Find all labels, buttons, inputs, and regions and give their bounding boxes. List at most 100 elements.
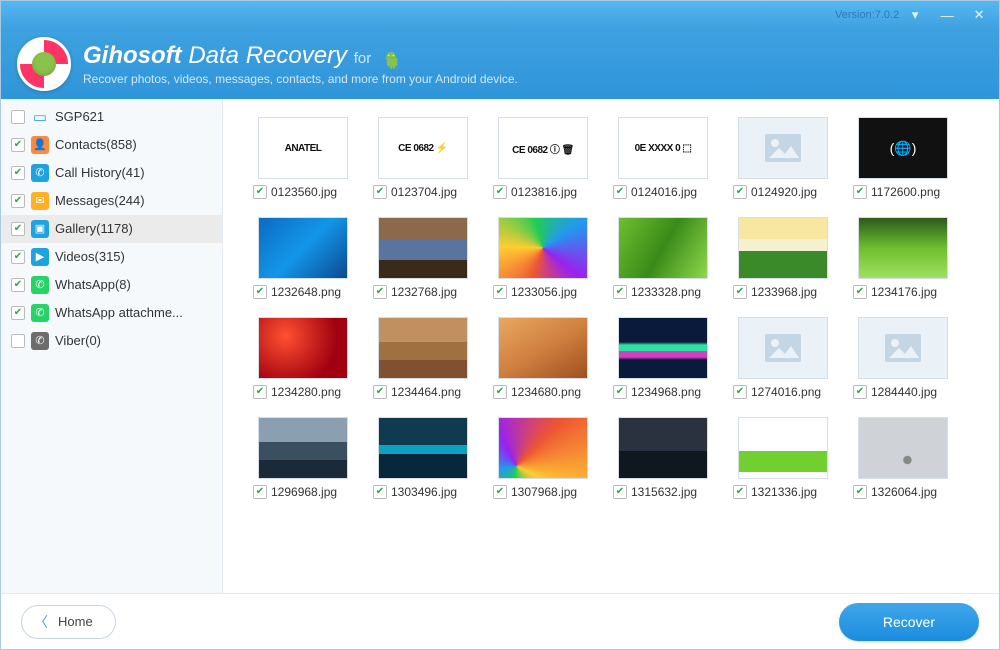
checkbox[interactable]: [853, 485, 867, 499]
file-name: 1307968.jpg: [511, 485, 577, 499]
home-button[interactable]: 〈 Home: [21, 605, 116, 639]
sidebar-item-label: WhatsApp attachme...: [55, 305, 183, 320]
thumbnail-image: [378, 417, 468, 479]
checkbox[interactable]: [493, 385, 507, 399]
checkbox[interactable]: [373, 385, 387, 399]
sidebar-item-whatsapp[interactable]: ✆WhatsApp attachme...: [1, 299, 222, 327]
thumbnail-cell[interactable]: 1321336.jpg: [727, 417, 839, 499]
thumbnail-cell[interactable]: 1234176.jpg: [847, 217, 959, 299]
thumbnail-cell[interactable]: 1234280.png: [247, 317, 359, 399]
video-icon: ▶: [31, 248, 49, 266]
thumbnail-cell[interactable]: 1233968.jpg: [727, 217, 839, 299]
checkbox[interactable]: [613, 185, 627, 199]
checkbox[interactable]: [253, 185, 267, 199]
thumbnail-cell[interactable]: 0124920.jpg: [727, 117, 839, 199]
checkbox[interactable]: [11, 194, 25, 208]
checkbox[interactable]: [11, 250, 25, 264]
file-name: 1234464.png: [391, 385, 461, 399]
checkbox[interactable]: [11, 278, 25, 292]
header: Gihosoft Data Recovery for Recover photo…: [1, 29, 999, 99]
dropdown-button[interactable]: ▾: [899, 1, 931, 29]
thumbnail-cell[interactable]: 1296968.jpg: [247, 417, 359, 499]
file-name: 1232768.jpg: [391, 285, 457, 299]
sidebar-item-call[interactable]: ✆Call History(41): [1, 159, 222, 187]
checkbox[interactable]: [613, 285, 627, 299]
thumbnail-image: [498, 317, 588, 379]
checkbox[interactable]: [11, 222, 25, 236]
file-name: 1233056.jpg: [511, 285, 577, 299]
thumbnail-cell[interactable]: CE 0682 ⚡0123704.jpg: [367, 117, 479, 199]
thumbnail-image: [738, 117, 828, 179]
app-subtitle: Recover photos, videos, messages, contac…: [83, 72, 518, 86]
thumbnail-cell[interactable]: 1232768.jpg: [367, 217, 479, 299]
checkbox[interactable]: [613, 385, 627, 399]
checkbox[interactable]: [373, 285, 387, 299]
checkbox[interactable]: [853, 285, 867, 299]
thumbnail-cell[interactable]: 1303496.jpg: [367, 417, 479, 499]
checkbox[interactable]: [11, 138, 25, 152]
sidebar-item-contacts[interactable]: 👤Contacts(858): [1, 131, 222, 159]
checkbox[interactable]: [853, 385, 867, 399]
file-name: 0124920.jpg: [751, 185, 817, 199]
thumbnail-cell[interactable]: ANATEL0123560.jpg: [247, 117, 359, 199]
thumbnail-cell[interactable]: 1307968.jpg: [487, 417, 599, 499]
sidebar-device[interactable]: ▭ SGP621: [1, 103, 222, 131]
sidebar: ▭ SGP621 👤Contacts(858)✆Call History(41)…: [1, 99, 223, 593]
file-name: 1296968.jpg: [271, 485, 337, 499]
sidebar-item-msg[interactable]: ✉Messages(244): [1, 187, 222, 215]
thumbnail-cell[interactable]: 1274016.png: [727, 317, 839, 399]
checkbox[interactable]: [493, 185, 507, 199]
checkbox[interactable]: [733, 285, 747, 299]
thumbnail-cell[interactable]: 0E XXXX 0 ⬚ 0124016.jpg: [607, 117, 719, 199]
sidebar-item-label: WhatsApp(8): [55, 277, 131, 292]
thumbnail-cell[interactable]: 1233328.png: [607, 217, 719, 299]
checkbox[interactable]: [253, 285, 267, 299]
checkbox[interactable]: [733, 385, 747, 399]
checkbox[interactable]: [253, 485, 267, 499]
thumbnail-image: [738, 217, 828, 279]
thumbnail-cell[interactable]: 1234968.png: [607, 317, 719, 399]
checkbox[interactable]: [373, 485, 387, 499]
android-icon: [382, 48, 400, 66]
checkbox[interactable]: [493, 485, 507, 499]
sidebar-item-whatsapp[interactable]: ✆WhatsApp(8): [1, 271, 222, 299]
call-icon: ✆: [31, 164, 49, 182]
thumbnail-cell[interactable]: (🌐)1172600.png: [847, 117, 959, 199]
thumbnail-image: [618, 417, 708, 479]
checkbox[interactable]: [733, 185, 747, 199]
checkbox[interactable]: [613, 485, 627, 499]
checkbox[interactable]: [11, 306, 25, 320]
thumbnail-cell[interactable]: 1233056.jpg: [487, 217, 599, 299]
recover-button[interactable]: Recover: [839, 603, 979, 641]
thumbnail-image: 0E XXXX 0 ⬚: [618, 117, 708, 179]
sidebar-item-video[interactable]: ▶Videos(315): [1, 243, 222, 271]
thumbnail-cell[interactable]: 1234680.png: [487, 317, 599, 399]
checkbox[interactable]: [853, 185, 867, 199]
checkbox[interactable]: [253, 385, 267, 399]
minimize-button[interactable]: —: [931, 1, 963, 29]
thumbnail-cell[interactable]: 1315632.jpg: [607, 417, 719, 499]
checkbox[interactable]: [11, 110, 25, 124]
thumbnail-image: [258, 217, 348, 279]
thumbnail-cell[interactable]: 1234464.png: [367, 317, 479, 399]
file-name: 0124016.jpg: [631, 185, 697, 199]
thumbnail-cell[interactable]: 1284440.jpg: [847, 317, 959, 399]
checkbox[interactable]: [493, 285, 507, 299]
close-button[interactable]: ✕: [963, 1, 995, 29]
sidebar-item-gallery[interactable]: ▣Gallery(1178): [1, 215, 222, 243]
checkbox[interactable]: [733, 485, 747, 499]
device-icon: ▭: [31, 108, 49, 126]
thumbnail-cell[interactable]: 1326064.jpg: [847, 417, 959, 499]
file-name: 1315632.jpg: [631, 485, 697, 499]
gallery-content: ANATEL0123560.jpgCE 0682 ⚡0123704.jpgCE …: [223, 99, 999, 593]
thumbnail-cell[interactable]: 1232648.png: [247, 217, 359, 299]
sidebar-item-viber[interactable]: ✆Viber(0): [1, 327, 222, 355]
version-label: Version:7.0.2: [5, 9, 899, 21]
thumbnail-cell[interactable]: CE 0682 ⓘ 🗑0123816.jpg: [487, 117, 599, 199]
thumbnail-image: [618, 317, 708, 379]
checkbox[interactable]: [11, 166, 25, 180]
checkbox[interactable]: [11, 334, 25, 348]
checkbox[interactable]: [373, 185, 387, 199]
thumbnail-image: [498, 217, 588, 279]
sidebar-item-label: Gallery(1178): [55, 221, 133, 236]
